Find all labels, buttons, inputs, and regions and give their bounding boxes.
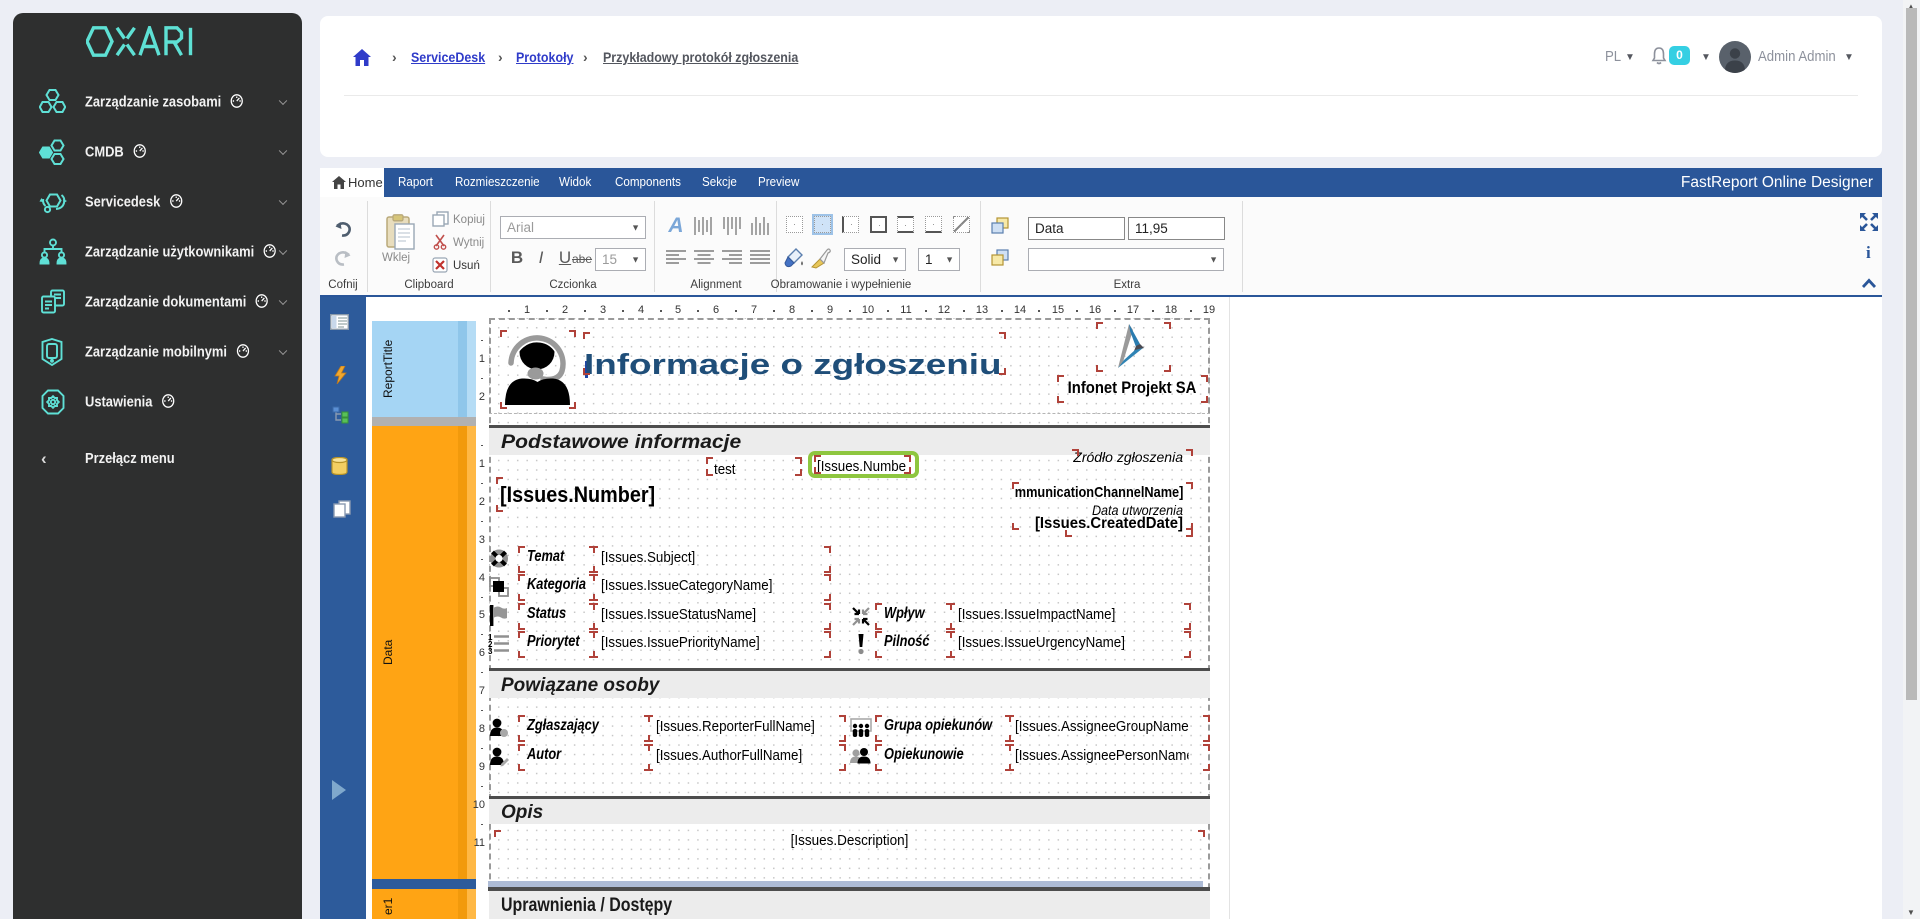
svg-text:3: 3 (488, 647, 493, 655)
